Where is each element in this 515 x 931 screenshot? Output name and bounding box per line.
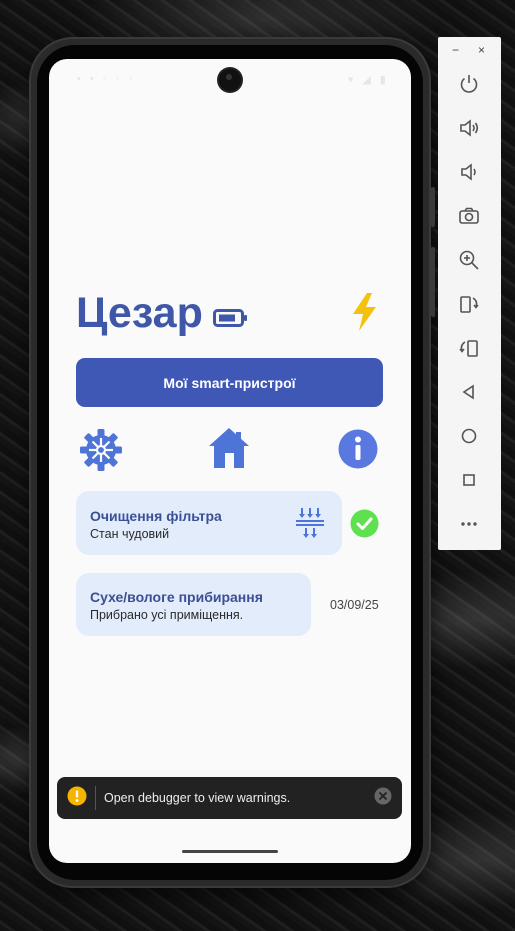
power-icon[interactable] [456,71,482,97]
warning-icon [67,786,87,811]
card-subtitle: Прибрано усі приміщення. [90,608,244,622]
home-icon[interactable] [208,426,250,475]
toast-divider [95,786,96,810]
card-title: Сухе/вологе прибирання [90,589,263,605]
overview-icon[interactable] [456,467,482,493]
camera-icon[interactable] [456,203,482,229]
battery-icon [212,309,247,332]
filter-icon [295,507,325,544]
close-icon[interactable] [374,787,392,810]
check-icon [350,509,379,543]
back-icon[interactable] [456,379,482,405]
card-title: Очищення фільтра [90,508,222,524]
header: Цезар [76,292,247,335]
volume-down-icon[interactable] [456,159,482,185]
debug-warning-toast[interactable]: Open debugger to view warnings. [57,777,402,819]
cleaning-date: 03/09/25 [330,598,379,612]
status-bar-left: • • ◦ ◦ ◦ [77,73,136,85]
volume-up-icon[interactable] [456,115,482,141]
rotate-right-icon[interactable] [456,335,482,361]
app-screen: • • ◦ ◦ ◦ ▾ ◢ ▮ Цезар Мої smart-пристрої [49,59,411,863]
toast-message: Open debugger to view warnings. [104,791,291,805]
emulator-control-panel: − × [438,37,501,550]
home-button-icon[interactable] [456,423,482,449]
bolt-icon[interactable] [350,293,378,336]
my-smart-devices-button[interactable]: Мої smart-пристрої [76,358,383,407]
more-icon[interactable] [456,511,482,537]
close-button[interactable]: × [478,44,485,56]
dry-wet-cleaning-card[interactable]: Сухе/вологе прибирання Прибрано усі прим… [76,573,311,636]
status-bar-right: ▾ ◢ ▮ [347,74,389,86]
card-subtitle: Стан чудовий [90,527,170,541]
app-title: Цезар [76,289,203,337]
minimize-button[interactable]: − [452,44,459,56]
zoom-icon[interactable] [456,247,482,273]
front-camera [219,69,241,91]
info-icon[interactable] [338,429,378,474]
rotate-left-icon[interactable] [456,291,482,317]
gesture-home-bar[interactable] [182,850,278,853]
gear-icon[interactable] [79,428,123,477]
